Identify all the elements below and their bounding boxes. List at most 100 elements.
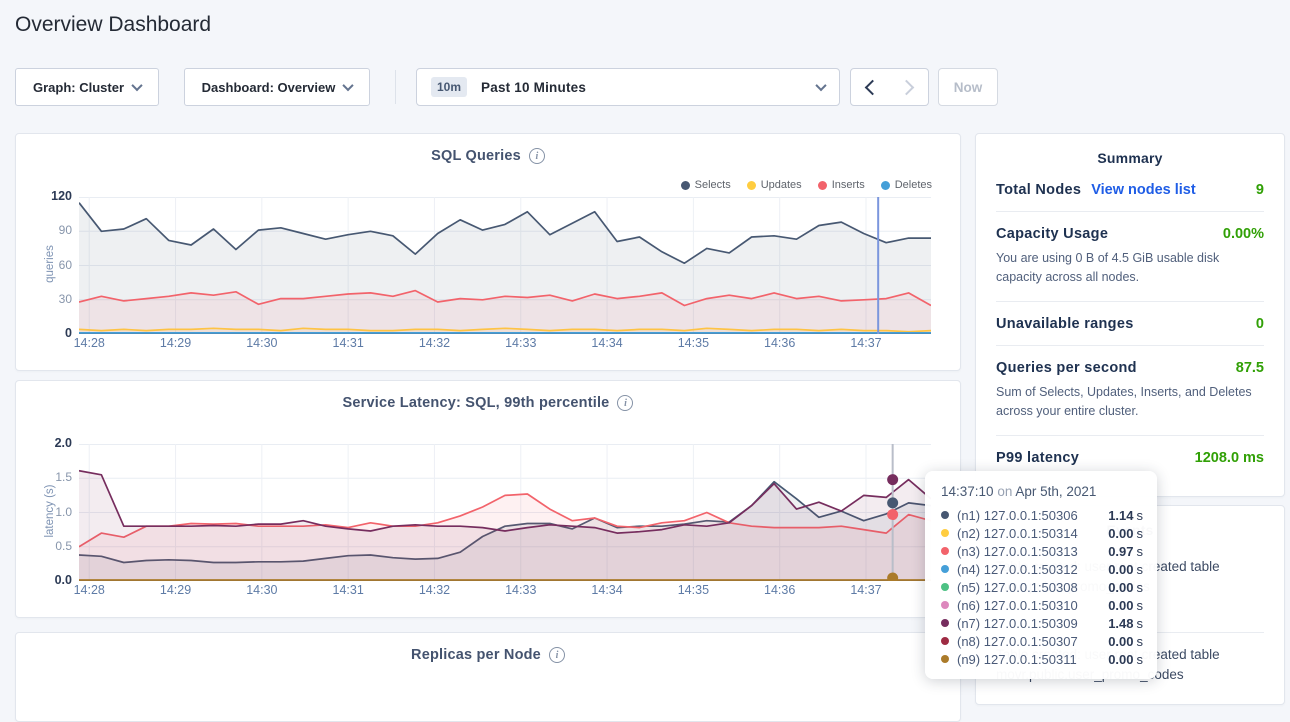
graph-dropdown[interactable]: Graph: Cluster xyxy=(15,68,159,106)
next-time-button[interactable] xyxy=(889,68,929,106)
overview-dashboard-page: Overview Dashboard Graph: Cluster Dashbo… xyxy=(0,0,1290,689)
page-title: Overview Dashboard xyxy=(15,13,211,37)
legend-item[interactable]: Inserts xyxy=(818,179,865,191)
x-tick-label: 14:34 xyxy=(577,336,637,350)
summary-value: 0 xyxy=(1256,316,1264,332)
x-tick-label: 14:33 xyxy=(491,583,551,597)
dashboard-dropdown-label: Dashboard: Overview xyxy=(202,80,336,95)
legend-item[interactable]: Deletes xyxy=(881,179,932,191)
now-button[interactable]: Now xyxy=(938,68,998,106)
time-range-selector[interactable]: 10m Past 10 Minutes xyxy=(416,68,840,106)
series-dot-icon xyxy=(941,565,949,573)
tooltip-on-word: on xyxy=(997,484,1012,499)
service-latency-chart-card: Service Latency: SQL, 99th percentile i … xyxy=(15,380,961,618)
sql-queries-plot[interactable] xyxy=(79,197,931,334)
controls-bar: Graph: Cluster Dashboard: Overview 10m P… xyxy=(0,68,1290,106)
legend-dot-icon xyxy=(747,181,756,190)
x-tick-label: 14:28 xyxy=(59,336,119,350)
tooltip-unit: s xyxy=(1137,526,1144,541)
time-range-badge: 10m xyxy=(431,77,467,97)
x-tick-label: 14:30 xyxy=(232,336,292,350)
summary-value: 0.00% xyxy=(1223,226,1264,242)
x-tick-label: 14:32 xyxy=(404,583,464,597)
series-dot-icon xyxy=(941,547,949,555)
y-tick-label: 60 xyxy=(28,258,72,272)
tooltip-row: (n6) 127.0.0.1:50310 0.00 s xyxy=(941,596,1143,614)
info-icon[interactable]: i xyxy=(529,148,545,164)
summary-row-queries-per-second: Queries per second 87.5 Sum of Selects, … xyxy=(996,346,1264,436)
legend-label: Inserts xyxy=(832,179,865,191)
chart-title: SQL Queries xyxy=(431,148,521,164)
tooltip-node-label: (n8) 127.0.0.1:50307 xyxy=(957,634,1078,649)
tooltip-node-label: (n3) 127.0.0.1:50313 xyxy=(957,544,1078,559)
summary-title: Summary xyxy=(976,134,1284,166)
tooltip-row: (n8) 127.0.0.1:503070.00s xyxy=(941,632,1143,650)
x-tick-label: 14:32 xyxy=(404,336,464,350)
series-dot-icon xyxy=(941,529,949,537)
tooltip-node-label: (n5) 127.0.0.1:50308 xyxy=(957,580,1078,595)
y-tick-label: 120 xyxy=(28,189,72,203)
tooltip-timestamp: 14:37:10 on Apr 5th, 2021 xyxy=(941,484,1143,499)
y-tick-label: 0.5 xyxy=(28,539,72,553)
tooltip-rows: (n1) 127.0.0.1:503061.14s(n2) 127.0.0.1:… xyxy=(941,506,1143,668)
tooltip-node-value: 0.00 xyxy=(1108,526,1133,541)
summary-label: Unavailable ranges xyxy=(996,316,1134,332)
tooltip-node-label: (n7) 127.0.0.1:50309 xyxy=(957,616,1078,631)
tooltip-node-label: (n6) 127.0.0.1:50310 xyxy=(957,598,1078,613)
divider xyxy=(395,70,396,104)
tooltip-unit: s xyxy=(1137,544,1144,559)
x-tick-label: 14:37 xyxy=(836,583,896,597)
summary-label: Queries per second xyxy=(996,360,1137,376)
info-icon[interactable]: i xyxy=(549,647,565,663)
tooltip-row: (n5) 127.0.0.1:503080.00s xyxy=(941,578,1143,596)
summary-value: 87.5 xyxy=(1236,360,1264,376)
chart-legend: Selects Updates Inserts Deletes xyxy=(681,179,932,191)
tooltip-unit: s xyxy=(1137,634,1144,649)
chart-title: Service Latency: SQL, 99th percentile xyxy=(343,395,610,411)
legend-item[interactable]: Updates xyxy=(747,179,802,191)
series-dot-icon xyxy=(941,601,949,609)
x-tick-label: 14:29 xyxy=(146,583,206,597)
summary-value: 1208.0 ms xyxy=(1195,450,1264,466)
tooltip-row: (n7) 127.0.0.1:503091.48s xyxy=(941,614,1143,632)
summary-label: Total Nodes xyxy=(996,182,1081,198)
tooltip-node-value: 1.14 xyxy=(1108,508,1133,523)
series-dot-icon xyxy=(941,583,949,591)
chart-title: Replicas per Node xyxy=(411,647,541,663)
legend-item[interactable]: Selects xyxy=(681,179,731,191)
chart-hover-tooltip: 14:37:10 on Apr 5th, 2021 (n1) 127.0.0.1… xyxy=(925,471,1157,679)
summary-value: 9 xyxy=(1256,182,1264,198)
summary-row-unavailable-ranges: Unavailable ranges 0 xyxy=(996,302,1264,346)
chevron-left-icon xyxy=(864,79,880,95)
dashboard-dropdown[interactable]: Dashboard: Overview xyxy=(184,68,370,106)
summary-row-total-nodes: Total Nodes View nodes list 9 xyxy=(996,168,1264,212)
tooltip-node-value: 0.00 xyxy=(1108,598,1133,613)
tooltip-node-value: 0.00 xyxy=(1108,652,1133,667)
tooltip-row: (n4) 127.0.0.1:503120.00s xyxy=(941,560,1143,578)
series-dot-icon xyxy=(941,619,949,627)
x-tick-label: 14:35 xyxy=(663,336,723,350)
legend-label: Updates xyxy=(761,179,802,191)
tooltip-unit: s xyxy=(1137,598,1144,613)
chevron-down-icon xyxy=(131,80,142,91)
service-latency-plot[interactable] xyxy=(79,444,931,581)
x-tick-label: 14:37 xyxy=(836,336,896,350)
view-nodes-list-link[interactable]: View nodes list xyxy=(1091,182,1196,198)
prev-time-button[interactable] xyxy=(850,68,890,106)
tooltip-node-label: (n2) 127.0.0.1:50314 xyxy=(957,526,1078,541)
chevron-down-icon xyxy=(815,80,826,91)
y-tick-label: 1.5 xyxy=(28,470,72,484)
tooltip-node-value: 0.00 xyxy=(1108,562,1133,577)
tooltip-node-label: (n1) 127.0.0.1:50306 xyxy=(957,508,1078,523)
tooltip-row: (n1) 127.0.0.1:503061.14s xyxy=(941,506,1143,524)
chevron-right-icon xyxy=(899,79,915,95)
legend-label: Selects xyxy=(695,179,731,191)
tooltip-row: (n9) 127.0.0.1:503110.00s xyxy=(941,650,1143,668)
y-tick-label: 90 xyxy=(28,223,72,237)
replicas-chart-card: Replicas per Node i xyxy=(15,632,961,722)
y-tick-label: 2.0 xyxy=(28,436,72,450)
tooltip-date: Apr 5th, 2021 xyxy=(1015,484,1096,499)
tooltip-row: (n2) 127.0.0.1:50314 0.00 s xyxy=(941,524,1143,542)
summary-panel: Summary Total Nodes View nodes list 9 Ca… xyxy=(975,133,1285,497)
info-icon[interactable]: i xyxy=(617,395,633,411)
